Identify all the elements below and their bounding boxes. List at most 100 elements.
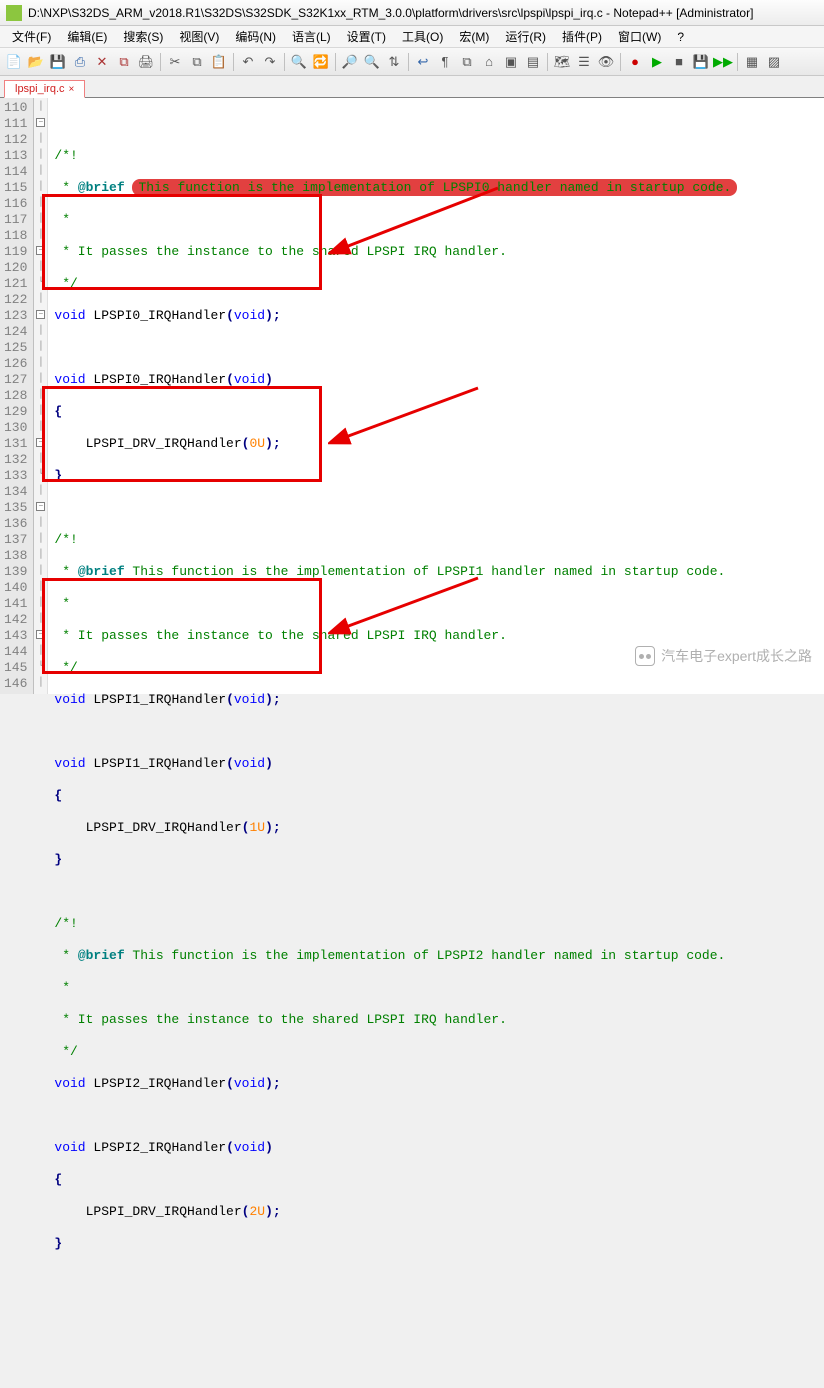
code-text: * [54, 564, 77, 579]
code-text: void [54, 756, 85, 771]
code-text: { [54, 788, 62, 803]
code-text: * [54, 180, 77, 195]
toolbar-separator [408, 53, 409, 71]
watermark: 汽车电子expert成长之路 [635, 646, 812, 666]
code-text: void [54, 692, 85, 707]
toolbar: 📄 📂 💾 ⎙ ✕ ⧉ 🖨 ✂ ⧉ 📋 ↶ ↷ 🔍 🔁 🔎 🔍 ⇅ ↩ ¶ ⧉ … [0, 48, 824, 76]
macro-play-icon[interactable]: ▶▶ [713, 52, 733, 72]
wechat-icon [635, 646, 655, 666]
toolbar-separator [284, 53, 285, 71]
code-text: /*! [54, 148, 77, 163]
menu-help[interactable]: ? [669, 28, 692, 46]
menu-view[interactable]: 视图(V) [171, 26, 227, 47]
code-text: LPSPI_DRV_IRQHandler [54, 436, 241, 451]
lang-icon[interactable]: ⌂ [479, 52, 499, 72]
menu-encoding[interactable]: 编码(N) [227, 26, 284, 47]
code-text: @brief [78, 180, 125, 195]
menu-run[interactable]: 运行(R) [497, 26, 554, 47]
record-icon[interactable]: ● [625, 52, 645, 72]
sync-icon[interactable]: ⇅ [384, 52, 404, 72]
code-text: void [54, 1076, 85, 1091]
tab-lpspi-irq[interactable]: lpspi_irq.c × [4, 80, 85, 98]
code-text: void [54, 308, 85, 323]
indent-guide-icon[interactable]: ⧉ [457, 52, 477, 72]
code-text: void [54, 372, 85, 387]
toolbar-separator [335, 53, 336, 71]
code-text: { [54, 404, 62, 419]
fold-icon[interactable]: ▣ [501, 52, 521, 72]
window-title: D:\NXP\S32DS_ARM_v2018.R1\S32DS\S32SDK_S… [28, 6, 753, 20]
menu-edit[interactable]: 编辑(E) [59, 26, 115, 47]
play-icon[interactable]: ▶ [647, 52, 667, 72]
zoom-out-icon[interactable]: 🔍 [362, 52, 382, 72]
doc-map-icon[interactable]: 🗺 [552, 52, 572, 72]
code-text: * [54, 980, 70, 995]
code-text: /*! [54, 532, 77, 547]
code-text: */ [54, 660, 77, 675]
toolbar-separator [160, 53, 161, 71]
zoom-in-icon[interactable]: 🔎 [340, 52, 360, 72]
menu-search[interactable]: 搜索(S) [115, 26, 171, 47]
close-icon[interactable]: ✕ [92, 52, 112, 72]
paste-icon[interactable]: 📋 [209, 52, 229, 72]
tab-close-icon[interactable]: × [69, 84, 75, 95]
code-text: * [54, 948, 77, 963]
menu-bar: 文件(F) 编辑(E) 搜索(S) 视图(V) 编码(N) 语言(L) 设置(T… [0, 26, 824, 48]
code-text: * [54, 212, 70, 227]
tab-bar: lpspi_irq.c × [0, 76, 824, 98]
menu-settings[interactable]: 设置(T) [339, 26, 394, 47]
toolbar-separator [737, 53, 738, 71]
code-area[interactable]: /*! * @brief This function is the implem… [48, 98, 824, 694]
menu-macro[interactable]: 宏(M) [451, 26, 497, 47]
code-text: * It passes the instance to the shared L… [54, 628, 506, 643]
window-titlebar: D:\NXP\S32DS_ARM_v2018.R1\S32DS\S32SDK_S… [0, 0, 824, 26]
close-all-icon[interactable]: ⧉ [114, 52, 134, 72]
macro-save-icon[interactable]: 💾 [691, 52, 711, 72]
menu-plugins[interactable]: 插件(P) [554, 26, 610, 47]
code-text: } [54, 468, 62, 483]
open-file-icon[interactable]: 📂 [26, 52, 46, 72]
code-text: /*! [54, 916, 77, 931]
monitor-icon[interactable]: 👁 [596, 52, 616, 72]
undo-icon[interactable]: ↶ [238, 52, 258, 72]
save-all-icon[interactable]: ⎙ [70, 52, 90, 72]
code-text: } [54, 1236, 62, 1251]
cut-icon[interactable]: ✂ [165, 52, 185, 72]
code-text: */ [54, 276, 77, 291]
toolbar-separator [547, 53, 548, 71]
menu-language[interactable]: 语言(L) [284, 26, 339, 47]
extra1-icon[interactable]: ▦ [742, 52, 762, 72]
new-file-icon[interactable]: 📄 [4, 52, 24, 72]
code-text: LPSPI_DRV_IRQHandler [54, 1204, 241, 1219]
replace-icon[interactable]: 🔁 [311, 52, 331, 72]
code-text: LPSPI_DRV_IRQHandler [54, 820, 241, 835]
word-wrap-icon[interactable]: ↩ [413, 52, 433, 72]
copy-icon[interactable]: ⧉ [187, 52, 207, 72]
print-icon[interactable]: 🖨 [136, 52, 156, 72]
find-icon[interactable]: 🔍 [289, 52, 309, 72]
unfold-icon[interactable]: ▤ [523, 52, 543, 72]
toolbar-separator [233, 53, 234, 71]
watermark-text: 汽车电子expert成长之路 [661, 646, 812, 666]
redo-icon[interactable]: ↷ [260, 52, 280, 72]
code-text: * It passes the instance to the shared L… [54, 244, 506, 259]
extra2-icon[interactable]: ▨ [764, 52, 784, 72]
code-text: } [54, 852, 62, 867]
menu-file[interactable]: 文件(F) [4, 26, 59, 47]
menu-window[interactable]: 窗口(W) [610, 26, 669, 47]
menu-tools[interactable]: 工具(O) [394, 26, 451, 47]
fold-column[interactable]: │−│││││││−│└│−│││││││−│└│−│││││││−│└│ [34, 98, 48, 694]
code-text: * [54, 596, 70, 611]
code-text: * It passes the instance to the shared L… [54, 1012, 506, 1027]
tab-label: lpspi_irq.c [15, 83, 65, 95]
code-editor[interactable]: 1101111121131141151161171181191201211221… [0, 98, 824, 694]
show-all-icon[interactable]: ¶ [435, 52, 455, 72]
save-icon[interactable]: 💾 [48, 52, 68, 72]
line-number-gutter: 1101111121131141151161171181191201211221… [0, 98, 34, 694]
func-list-icon[interactable]: ☰ [574, 52, 594, 72]
app-icon [6, 5, 22, 21]
stop-icon[interactable]: ■ [669, 52, 689, 72]
code-text: */ [54, 1044, 77, 1059]
toolbar-separator [620, 53, 621, 71]
code-text: { [54, 1172, 62, 1187]
